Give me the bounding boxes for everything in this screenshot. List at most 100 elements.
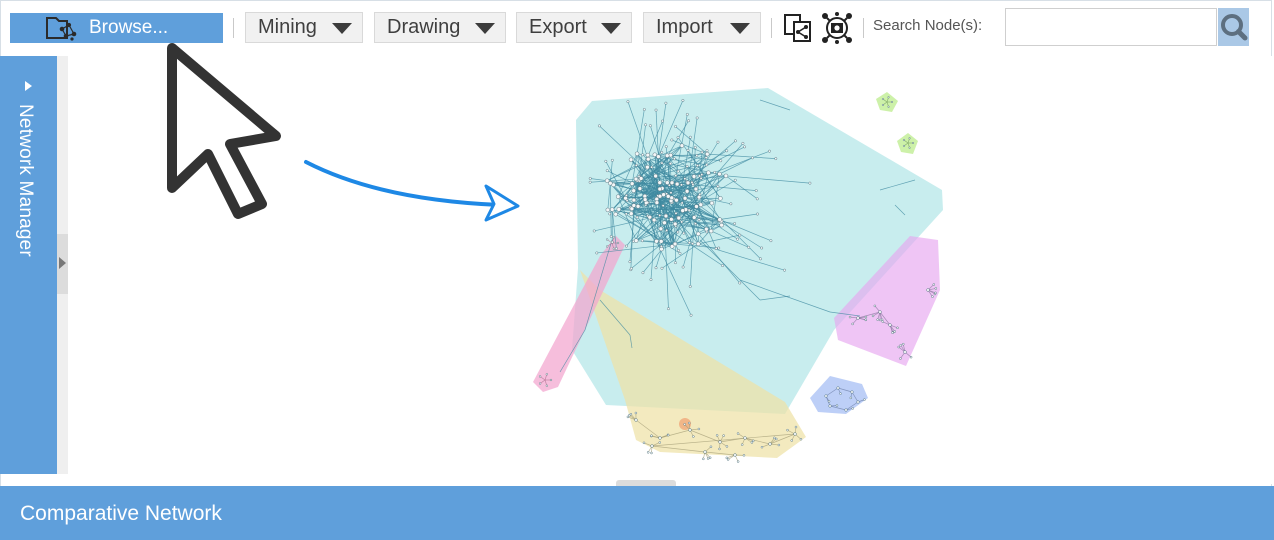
network-node (899, 343, 902, 347)
network-graph[interactable] (68, 56, 1272, 484)
network-node (538, 382, 542, 385)
network-node (684, 189, 690, 194)
network-node (660, 161, 664, 165)
network-node (864, 318, 868, 322)
network-node (893, 330, 896, 333)
search-input[interactable] (1005, 8, 1217, 46)
network-node (705, 163, 709, 167)
network-canvas[interactable] (68, 56, 1272, 484)
network-node (687, 208, 691, 212)
network-node (897, 345, 900, 349)
network-node (908, 146, 911, 149)
network-node (676, 169, 680, 173)
network-node (545, 384, 549, 387)
network-node (734, 139, 737, 143)
panel-toggle-handle[interactable] (57, 234, 68, 294)
network-node (696, 231, 701, 237)
network-node (628, 157, 634, 162)
network-node (751, 156, 754, 160)
network-node (836, 386, 840, 390)
network-node (736, 237, 739, 241)
network-node (760, 445, 764, 449)
mining-menu[interactable]: Mining (245, 12, 363, 43)
network-node (612, 236, 616, 239)
drawing-menu[interactable]: Drawing (374, 12, 506, 43)
network-node (695, 116, 699, 120)
network-node (751, 439, 755, 443)
network-node (839, 392, 842, 395)
network-node (736, 432, 740, 435)
share-network-icon[interactable] (782, 12, 814, 44)
network-node (682, 231, 686, 235)
network-node (896, 326, 899, 330)
search-button[interactable] (1218, 8, 1249, 46)
network-node (669, 217, 674, 222)
network-node (733, 453, 737, 457)
comparative-network-title: Comparative Network (20, 502, 222, 525)
network-node (694, 222, 697, 226)
network-node (742, 454, 746, 457)
export-menu[interactable]: Export (516, 12, 632, 43)
network-node (629, 181, 635, 186)
network-node (733, 178, 737, 182)
import-menu-label: Import (656, 16, 713, 38)
network-node (660, 266, 664, 270)
network-node (663, 213, 669, 219)
chevron-down-icon (332, 23, 352, 34)
network-node (725, 445, 729, 448)
network-node (887, 96, 890, 99)
browse-button[interactable]: Browse... (10, 13, 223, 43)
network-node (633, 176, 639, 182)
network-node (642, 441, 646, 445)
network-node (616, 241, 620, 245)
network-node (799, 437, 803, 441)
network-node (685, 164, 689, 168)
network-node (634, 151, 640, 157)
network-node (674, 181, 680, 187)
network-node (725, 149, 729, 153)
network-node (681, 98, 685, 102)
network-node (645, 152, 651, 158)
network-node (672, 221, 678, 227)
toolbar: Browse... Mining Drawing Export Import S… (0, 0, 1274, 56)
network-node (738, 281, 742, 285)
network-node (654, 266, 658, 270)
network-node (635, 215, 639, 219)
network-node (674, 211, 678, 215)
network-node (538, 375, 542, 378)
network-node (793, 432, 797, 436)
chevron-down-icon (475, 23, 495, 34)
network-node (668, 162, 672, 166)
network-node (588, 180, 592, 184)
network-node (698, 202, 704, 207)
comparative-network-bar[interactable]: Comparative Network (0, 486, 1274, 540)
network-node (777, 443, 781, 447)
network-node (658, 239, 664, 244)
network-node (708, 228, 714, 234)
search-icon (1221, 14, 1248, 41)
network-snapshot-icon[interactable] (821, 12, 853, 44)
network-node (695, 154, 699, 157)
browse-label: Browse... (89, 17, 169, 38)
network-node (654, 108, 658, 112)
network-node (679, 183, 683, 187)
network-node (723, 173, 729, 179)
network-node (629, 266, 633, 270)
network-node (623, 195, 628, 201)
network-node (890, 100, 894, 104)
network-node (693, 146, 697, 149)
import-menu[interactable]: Import (643, 12, 761, 43)
network-node (683, 177, 687, 181)
network-node (658, 226, 664, 232)
network-node (612, 247, 616, 250)
network-node (604, 178, 610, 183)
network-node (688, 428, 692, 432)
network-node (615, 194, 621, 199)
network-node (685, 112, 689, 116)
network-node (681, 265, 685, 269)
network-node (634, 411, 638, 415)
network-manager-panel[interactable]: Network Manager (0, 56, 57, 474)
network-node (849, 396, 853, 400)
network-node (696, 194, 702, 200)
network-node (665, 228, 669, 232)
